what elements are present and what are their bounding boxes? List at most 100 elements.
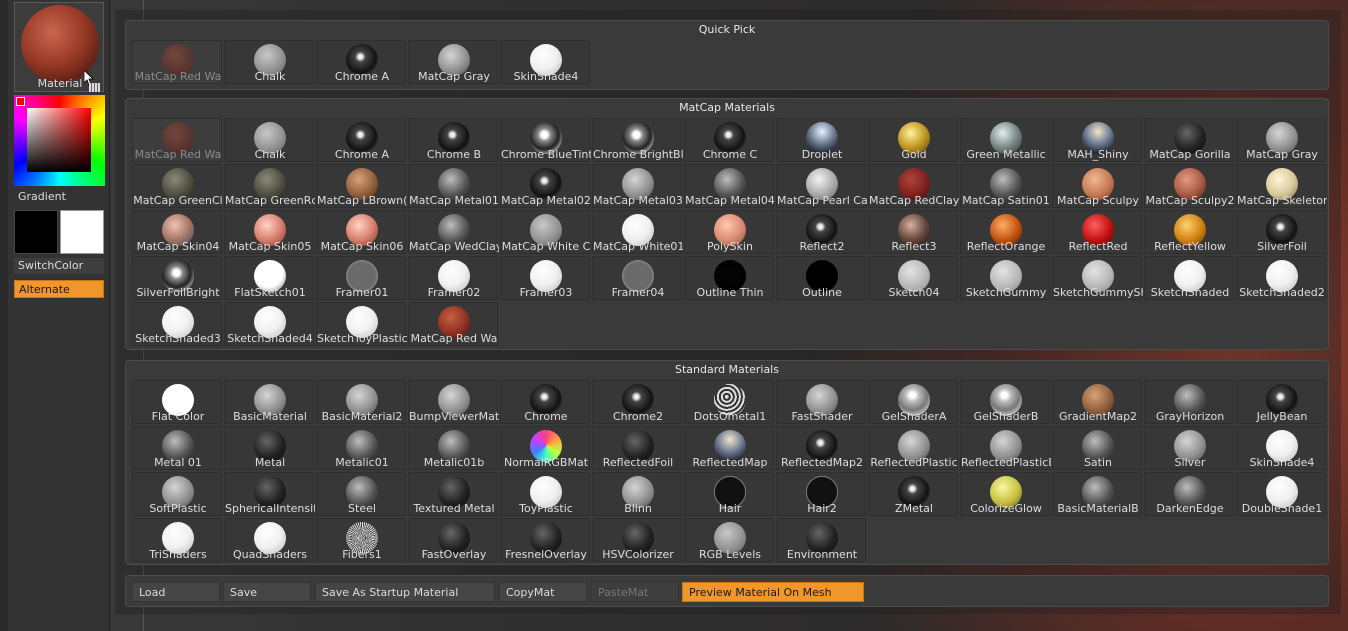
secondary-color-swatch[interactable] — [60, 210, 104, 254]
standard-material-slot[interactable]: ReflectedPlasticE — [960, 426, 1051, 470]
matcap-material-slot[interactable]: MatCap Sculpy — [1052, 164, 1142, 208]
matcap-material-slot[interactable]: SilverFoil — [1236, 210, 1326, 254]
matcap-material-slot[interactable]: Outline Thin — [684, 256, 774, 300]
quick-pick-material-slot[interactable]: MatCap Red Wa — [132, 40, 222, 84]
matcap-material-slot[interactable]: Framer03 — [500, 256, 590, 300]
matcap-material-slot[interactable]: MatCap Gorilla — [1144, 118, 1234, 162]
standard-material-slot[interactable]: GelShaderA — [868, 380, 958, 424]
matcap-material-slot[interactable]: PolySkin — [684, 210, 774, 254]
standard-material-slot[interactable]: ReflectedFoil — [592, 426, 682, 470]
matcap-material-slot[interactable]: Chrome BlueTint — [500, 118, 591, 162]
standard-material-slot[interactable]: ReflectedMap2 — [776, 426, 866, 470]
standard-material-slot[interactable]: BasicMaterial — [224, 380, 314, 424]
standard-material-slot[interactable]: ToyPlastic — [500, 472, 590, 516]
standard-material-slot[interactable]: Hair — [684, 472, 774, 516]
matcap-material-slot[interactable]: ReflectRed — [1052, 210, 1142, 254]
color-saturation-square[interactable] — [27, 108, 91, 172]
standard-material-slot[interactable]: GrayHorizon — [1144, 380, 1234, 424]
matcap-material-slot[interactable]: MatCap Satin01 — [960, 164, 1050, 208]
standard-material-slot[interactable]: DoubleShade1 — [1236, 472, 1326, 516]
gradient-label[interactable]: Gradient — [18, 190, 66, 203]
standard-material-slot[interactable]: Steel — [316, 472, 406, 516]
quick-pick-material-slot[interactable]: SkinShade4 — [500, 40, 590, 84]
matcap-material-slot[interactable]: MatCap RedClay — [868, 164, 959, 208]
standard-material-slot[interactable]: Blinn — [592, 472, 682, 516]
preview-material-on-mesh-toggle[interactable]: Preview Material On Mesh — [682, 582, 864, 602]
standard-material-slot[interactable]: SkinShade4 — [1236, 426, 1326, 470]
matcap-material-slot[interactable]: Framer01 — [316, 256, 406, 300]
matcap-material-slot[interactable]: Framer02 — [408, 256, 498, 300]
matcap-material-slot[interactable]: MatCap White C — [500, 210, 590, 254]
standard-material-slot[interactable]: ReflectedMap — [684, 426, 774, 470]
standard-material-slot[interactable]: FresnelOverlay — [500, 518, 590, 562]
standard-material-slot[interactable]: SoftPlastic — [132, 472, 222, 516]
matcap-material-slot[interactable]: SketchShaded4 — [224, 302, 314, 346]
matcap-material-slot[interactable]: SketchShaded — [1144, 256, 1234, 300]
standard-material-slot[interactable]: Chrome2 — [592, 380, 682, 424]
standard-material-slot[interactable]: Chrome — [500, 380, 590, 424]
standard-material-slot[interactable]: Satin — [1052, 426, 1142, 470]
color-picker[interactable] — [14, 95, 105, 186]
standard-material-slot[interactable]: JellyBean — [1236, 380, 1326, 424]
standard-material-slot[interactable]: ReflectedPlastic — [868, 426, 958, 470]
load-button[interactable]: Load — [132, 582, 220, 602]
matcap-material-slot[interactable]: MatCap Sculpy2 — [1144, 164, 1235, 208]
standard-material-slot[interactable]: ColorizeGlow — [960, 472, 1050, 516]
matcap-material-slot[interactable]: Chalk — [224, 118, 314, 162]
matcap-material-slot[interactable]: MatCap Metal04 — [684, 164, 775, 208]
standard-material-slot[interactable]: GelShaderB — [960, 380, 1050, 424]
quick-pick-material-slot[interactable]: Chalk — [224, 40, 314, 84]
standard-material-slot[interactable]: Textured Metal — [408, 472, 498, 516]
matcap-material-slot[interactable]: MAH_Shiny — [1052, 118, 1142, 162]
matcap-material-slot[interactable]: Chrome BrightBl — [592, 118, 683, 162]
matcap-material-slot[interactable]: MatCap Metal03 — [592, 164, 683, 208]
matcap-material-slot[interactable]: MatCap Skin04 — [132, 210, 222, 254]
matcap-material-slot[interactable]: MatCap Red Wa — [132, 118, 222, 162]
standard-material-slot[interactable]: FastShader — [776, 380, 866, 424]
save-button[interactable]: Save — [223, 582, 311, 602]
matcap-material-slot[interactable]: Chrome B — [408, 118, 498, 162]
standard-material-slot[interactable]: TriShaders — [132, 518, 222, 562]
standard-material-slot[interactable]: Metalic01b — [408, 426, 498, 470]
standard-material-slot[interactable]: FastOverlay — [408, 518, 498, 562]
matcap-material-slot[interactable]: Framer04 — [592, 256, 682, 300]
standard-material-slot[interactable]: Metal 01 — [132, 426, 222, 470]
matcap-material-slot[interactable]: MatCap White01 — [592, 210, 683, 254]
matcap-material-slot[interactable]: Outline — [776, 256, 866, 300]
standard-material-slot[interactable]: Metalic01 — [316, 426, 406, 470]
save-as-startup-button[interactable]: Save As Startup Material — [315, 582, 495, 602]
standard-material-slot[interactable]: Hair2 — [776, 472, 866, 516]
standard-material-slot[interactable]: ZMetal — [868, 472, 958, 516]
standard-material-slot[interactable]: GradientMap2 — [1052, 380, 1142, 424]
standard-material-slot[interactable]: Flat Color — [132, 380, 222, 424]
matcap-material-slot[interactable]: SketchGummy — [960, 256, 1050, 300]
standard-material-slot[interactable]: BasicMaterialB — [1052, 472, 1142, 516]
standard-material-slot[interactable]: DarkenEdge — [1144, 472, 1234, 516]
matcap-material-slot[interactable]: ReflectOrange — [960, 210, 1050, 254]
matcap-material-slot[interactable]: MatCap Gray — [1236, 118, 1326, 162]
matcap-material-slot[interactable]: Sketch04 — [868, 256, 958, 300]
standard-material-slot[interactable]: HSVColorizer — [592, 518, 682, 562]
standard-material-slot[interactable]: DotsOmetal1 — [684, 380, 774, 424]
paste-material-button[interactable]: PasteMat — [591, 582, 679, 602]
matcap-material-slot[interactable]: MatCap WedClay — [408, 210, 499, 254]
standard-material-slot[interactable]: Metal — [224, 426, 314, 470]
standard-material-slot[interactable]: Silver — [1144, 426, 1234, 470]
matcap-material-slot[interactable]: MatCap Skin05 — [224, 210, 314, 254]
matcap-material-slot[interactable]: Reflect3 — [868, 210, 958, 254]
matcap-material-slot[interactable]: MatCap Pearl Ca — [776, 164, 867, 208]
matcap-material-slot[interactable]: SilverFoilBright — [132, 256, 222, 300]
standard-material-slot[interactable]: NormalRGBMat — [500, 426, 590, 470]
matcap-material-slot[interactable]: MatCap Skeletor — [1236, 164, 1327, 208]
tray-handle[interactable] — [0, 0, 8, 631]
standard-material-slot[interactable]: SphericalIntensit — [224, 472, 315, 516]
matcap-material-slot[interactable]: Droplet — [776, 118, 866, 162]
matcap-material-slot[interactable]: SketchToyPlastic — [316, 302, 407, 346]
matcap-material-slot[interactable]: MatCap Metal01 — [408, 164, 499, 208]
standard-material-slot[interactable]: RGB Levels — [684, 518, 774, 562]
matcap-material-slot[interactable]: MatCap GreenCl — [132, 164, 223, 208]
quick-pick-material-slot[interactable]: Chrome A — [316, 40, 406, 84]
matcap-material-slot[interactable]: MatCap Skin06 — [316, 210, 406, 254]
matcap-material-slot[interactable]: FlatSketch01 — [224, 256, 314, 300]
matcap-material-slot[interactable]: Chrome C — [684, 118, 774, 162]
